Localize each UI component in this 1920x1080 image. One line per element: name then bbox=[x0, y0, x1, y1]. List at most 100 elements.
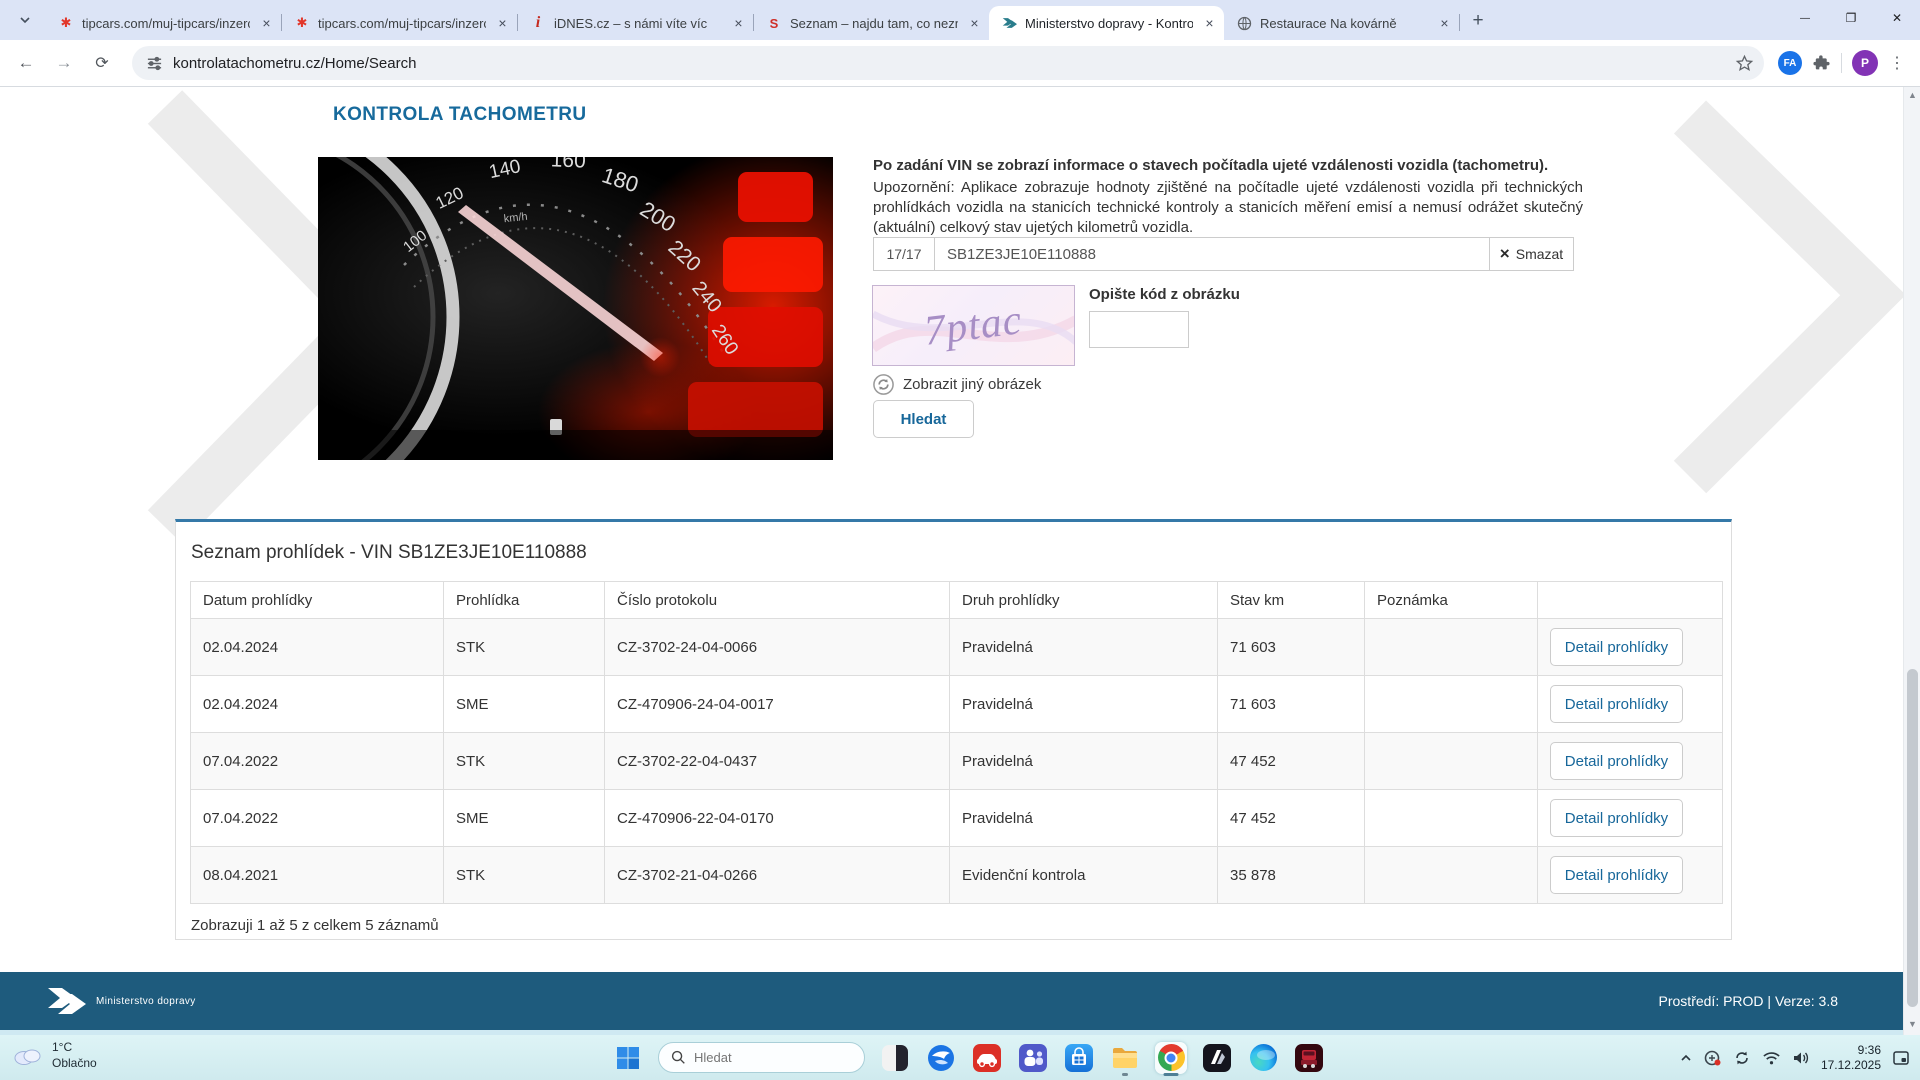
ministry-logo-text: Ministerstvo dopravy bbox=[96, 995, 196, 1007]
window-controls bbox=[1782, 0, 1920, 36]
taskbar-app-tipcars-icon[interactable] bbox=[971, 1042, 1003, 1074]
forward-button[interactable] bbox=[48, 47, 80, 79]
detail-button[interactable]: Detail prohlídky bbox=[1550, 742, 1683, 780]
cell-prohlidka: STK bbox=[443, 846, 605, 904]
cell-datum: 02.04.2024 bbox=[190, 618, 444, 676]
refresh-captcha-link[interactable]: Zobrazit jiný obrázek bbox=[872, 373, 1041, 396]
captcha-input[interactable] bbox=[1089, 311, 1189, 348]
refresh-label: Zobrazit jiný obrázek bbox=[903, 376, 1042, 393]
tab-title: Ministerstvo dopravy - Kontrola bbox=[1025, 15, 1193, 31]
toolbar-divider bbox=[1841, 53, 1842, 73]
taskbar-app-thunderbird-icon[interactable] bbox=[925, 1042, 957, 1074]
update-badge-icon[interactable] bbox=[1704, 1049, 1722, 1067]
search-button[interactable]: Hledat bbox=[873, 400, 974, 438]
cell-prohlidka: SME bbox=[443, 789, 605, 847]
fa-extension-icon[interactable]: FA bbox=[1778, 51, 1802, 75]
back-button[interactable] bbox=[10, 47, 42, 79]
browser-menu-icon[interactable] bbox=[1888, 53, 1906, 73]
site-footer: Ministerstvo dopravy Prostředí: PROD | V… bbox=[0, 972, 1920, 1030]
weather-temperature: 1°C bbox=[52, 1040, 73, 1054]
taskbar-search-box[interactable] bbox=[658, 1042, 865, 1073]
taskbar-app-teams-icon[interactable] bbox=[1017, 1042, 1049, 1074]
col-prohlidka: Prohlídka bbox=[443, 581, 605, 619]
cell-druh: Pravidelná bbox=[949, 675, 1218, 733]
environment-version-text: Prostředí: PROD | Verze: 3.8 bbox=[1658, 993, 1838, 1009]
tab-tipcars-2[interactable]: tipcars.com/muj-tipcars/inzerce bbox=[282, 6, 517, 40]
bookmark-star-icon[interactable] bbox=[1735, 54, 1754, 73]
tab-seznam[interactable]: Seznam – najdu tam, co neznám bbox=[754, 6, 989, 40]
taskbar-app-store-icon[interactable] bbox=[1063, 1042, 1095, 1074]
idnes-favicon-icon bbox=[530, 15, 546, 31]
start-button[interactable] bbox=[612, 1042, 644, 1074]
ministry-logo: Ministerstvo dopravy bbox=[46, 986, 196, 1016]
tab-ministerstvo-dopravy-active[interactable]: Ministerstvo dopravy - Kontrola bbox=[989, 6, 1224, 40]
cell-protokol: CZ-470906-24-04-0017 bbox=[604, 675, 950, 733]
dial-unit: km/h bbox=[503, 211, 528, 225]
tipcars-favicon-icon bbox=[294, 15, 310, 31]
taskbar-app-notes-icon[interactable] bbox=[879, 1042, 911, 1074]
captcha-image: 7ptac bbox=[872, 285, 1075, 366]
page-viewport: KONTROLA TACHOMETRU 100 120 140 160 180 … bbox=[0, 87, 1920, 1035]
vin-char-counter: 17/17 bbox=[874, 238, 935, 270]
taskbar-search-input[interactable] bbox=[694, 1050, 834, 1065]
detail-button[interactable]: Detail prohlídky bbox=[1550, 685, 1683, 723]
tab-close-icon[interactable] bbox=[258, 15, 275, 32]
clear-label: Smazat bbox=[1515, 246, 1564, 262]
new-tab-button[interactable] bbox=[1464, 7, 1492, 35]
taskbar-weather-widget[interactable]: 1°C Oblačno bbox=[12, 1039, 97, 1071]
page-scrollbar[interactable] bbox=[1903, 87, 1920, 1035]
tab-close-icon[interactable] bbox=[1201, 15, 1218, 32]
profile-avatar[interactable]: P bbox=[1852, 50, 1878, 76]
cell-km: 47 452 bbox=[1217, 732, 1365, 790]
detail-button[interactable]: Detail prohlídky bbox=[1550, 628, 1683, 666]
cell-km: 71 603 bbox=[1217, 618, 1365, 676]
tab-close-icon[interactable] bbox=[1436, 15, 1453, 32]
taskbar-app-edge-icon[interactable] bbox=[1247, 1042, 1279, 1074]
reload-button[interactable] bbox=[86, 47, 118, 79]
site-info-icon[interactable] bbox=[146, 55, 163, 72]
globe-favicon-icon bbox=[1236, 15, 1252, 31]
table-row: 02.04.2024 SME CZ-470906-24-04-0017 Prav… bbox=[190, 675, 1723, 733]
tab-close-icon[interactable] bbox=[966, 15, 983, 32]
sync-icon[interactable] bbox=[1733, 1049, 1751, 1067]
volume-icon[interactable] bbox=[1792, 1050, 1810, 1066]
detail-button[interactable]: Detail prohlídky bbox=[1550, 799, 1683, 837]
taskbar-app-truck-game-icon[interactable] bbox=[1293, 1042, 1325, 1074]
maximize-button[interactable] bbox=[1828, 0, 1874, 36]
extensions-puzzle-icon[interactable] bbox=[1812, 54, 1831, 73]
tab-idnes[interactable]: iDNES.cz – s námi víte víc bbox=[518, 6, 753, 40]
cell-datum: 08.04.2021 bbox=[190, 846, 444, 904]
clear-vin-button[interactable]: Smazat bbox=[1489, 238, 1573, 270]
tab-close-icon[interactable] bbox=[730, 15, 747, 32]
tab-search-button[interactable] bbox=[12, 7, 38, 33]
table-row: 07.04.2022 STK CZ-3702-22-04-0437 Pravid… bbox=[190, 732, 1723, 790]
col-druh: Druh prohlídky bbox=[949, 581, 1218, 619]
clock-time: 9:36 bbox=[1857, 1042, 1881, 1057]
tab-restaurace[interactable]: Restaurace Na kovárně bbox=[1224, 6, 1459, 40]
taskbar-clock[interactable]: 9:36 17.12.2025 bbox=[1821, 1043, 1881, 1073]
results-panel: Seznam prohlídek - VIN SB1ZE3JE10E110888… bbox=[175, 519, 1732, 940]
taskbar-app-file-explorer-icon[interactable] bbox=[1109, 1042, 1141, 1076]
close-window-button[interactable] bbox=[1874, 0, 1920, 36]
tab-tipcars-1[interactable]: tipcars.com/muj-tipcars/inzerce bbox=[46, 6, 281, 40]
cell-druh: Pravidelná bbox=[949, 789, 1218, 847]
vin-input[interactable] bbox=[935, 238, 1489, 270]
hidden-icons-chevron-icon[interactable] bbox=[1679, 1051, 1693, 1065]
detail-button[interactable]: Detail prohlídky bbox=[1550, 856, 1683, 894]
scrollbar-up-arrow-icon[interactable] bbox=[1904, 88, 1920, 103]
tab-title: tipcars.com/muj-tipcars/inzerce bbox=[82, 15, 250, 31]
tab-close-icon[interactable] bbox=[494, 15, 511, 32]
refresh-icon bbox=[873, 374, 894, 395]
notifications-icon[interactable] bbox=[1892, 1049, 1910, 1067]
cell-prohlidka: STK bbox=[443, 732, 605, 790]
results-title: Seznam prohlídek - VIN SB1ZE3JE10E110888 bbox=[191, 542, 587, 563]
scrollbar-down-arrow-icon[interactable] bbox=[1904, 1017, 1920, 1032]
minimize-button[interactable] bbox=[1782, 0, 1828, 36]
taskbar-app-chrome-icon[interactable] bbox=[1155, 1041, 1187, 1076]
table-row: 02.04.2024 STK CZ-3702-24-04-0066 Pravid… bbox=[190, 618, 1723, 676]
address-bar[interactable]: kontrolatachometru.cz/Home/Search bbox=[132, 46, 1764, 80]
dial-number: 160 bbox=[550, 157, 586, 173]
scrollbar-thumb[interactable] bbox=[1907, 669, 1918, 1007]
taskbar-app-dark-icon[interactable] bbox=[1201, 1042, 1233, 1074]
wifi-icon[interactable] bbox=[1762, 1050, 1781, 1066]
